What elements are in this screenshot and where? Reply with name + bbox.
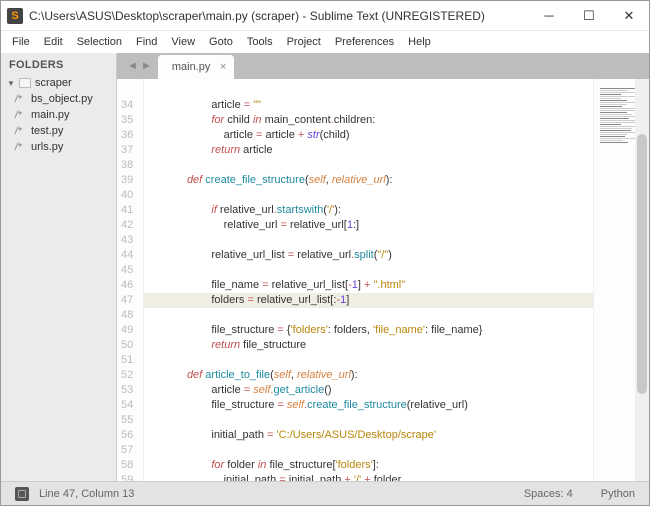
code-editor[interactable]: 3435363738394041424344454647484950515253… [117,79,649,481]
status-spaces[interactable]: Spaces: 4 [524,488,573,500]
file-icon: /* [15,142,27,153]
file-item[interactable]: /* main.py [1,107,116,123]
menu-project[interactable]: Project [280,34,328,50]
folder-icon [19,78,31,88]
tab-bar: ◄ ► main.py × [117,53,649,79]
menu-edit[interactable]: Edit [37,34,70,50]
status-icon[interactable] [15,487,29,501]
menu-view[interactable]: View [164,34,202,50]
title-bar: S C:\Users\ASUS\Desktop\scraper\main.py … [1,1,649,31]
status-language[interactable]: Python [601,488,635,500]
file-icon: /* [15,110,27,121]
file-label: test.py [31,125,63,137]
tab-active[interactable]: main.py × [158,55,235,79]
menu-find[interactable]: Find [129,34,164,50]
sidebar: FOLDERS ▼ scraper /* bs_object.py /* main.p… [1,53,117,481]
file-label: urls.py [31,141,63,153]
file-icon: /* [15,94,27,105]
file-item[interactable]: /* bs_object.py [1,91,116,107]
close-button[interactable]: ✕ [609,1,649,31]
file-label: bs_object.py [31,93,93,105]
menu-preferences[interactable]: Preferences [328,34,401,50]
line-gutter: 3435363738394041424344454647484950515253… [117,79,144,481]
close-icon[interactable]: × [220,61,226,73]
scrollbar-thumb[interactable] [637,134,647,394]
file-icon: /* [15,126,27,137]
tab-label: main.py [172,61,211,73]
folder-label: scraper [35,77,72,89]
file-item[interactable]: /* urls.py [1,139,116,155]
menu-tools[interactable]: Tools [240,34,280,50]
code-content[interactable]: article = "" for child in main_content.c… [144,79,593,481]
app-icon: S [7,8,23,24]
menu-bar: FileEditSelectionFindViewGotoToolsProjec… [1,31,649,53]
minimize-button[interactable]: ─ [529,1,569,31]
status-bar: Line 47, Column 13 Spaces: 4 Python [1,481,649,505]
menu-help[interactable]: Help [401,34,438,50]
status-position: Line 47, Column 13 [39,488,134,500]
menu-selection[interactable]: Selection [70,34,129,50]
vertical-scrollbar[interactable] [635,79,649,481]
file-item[interactable]: /* test.py [1,123,116,139]
chevron-down-icon: ▼ [7,79,15,88]
folder-root[interactable]: ▼ scraper [1,75,116,91]
sidebar-header: FOLDERS [1,53,116,75]
maximize-button[interactable]: ☐ [569,1,609,31]
menu-file[interactable]: File [5,34,37,50]
window-title: C:\Users\ASUS\Desktop\scraper\main.py (s… [29,9,529,23]
file-label: main.py [31,109,70,121]
menu-goto[interactable]: Goto [202,34,240,50]
tab-nav-arrows[interactable]: ◄ ► [121,53,158,79]
